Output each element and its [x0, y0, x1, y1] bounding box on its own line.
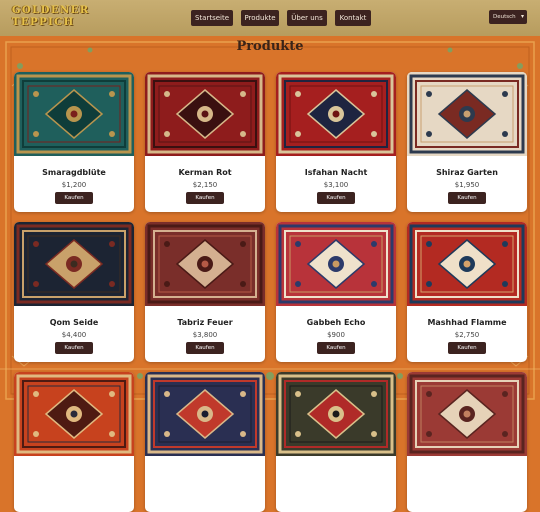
product-card[interactable]: Gabbeh Echo $900 Kaufen: [276, 222, 396, 362]
product-card[interactable]: Qom Seide $4,400 Kaufen: [14, 222, 134, 362]
product-price: $2,150: [192, 181, 218, 189]
buy-button[interactable]: Kaufen: [55, 192, 93, 204]
buy-button[interactable]: Kaufen: [317, 192, 355, 204]
product-price: $4,400: [61, 331, 87, 339]
product-card[interactable]: Tabriz Feuer $3,800 Kaufen: [145, 222, 265, 362]
buy-button[interactable]: Kaufen: [317, 342, 355, 354]
product-name: Tabriz Feuer: [177, 318, 233, 327]
product-image[interactable]: [276, 72, 396, 156]
page-title: Produkte: [236, 39, 304, 54]
buy-button[interactable]: Kaufen: [55, 342, 93, 354]
buy-button[interactable]: Kaufen: [186, 192, 224, 204]
product-card[interactable]: [145, 372, 265, 512]
buy-button[interactable]: Kaufen: [186, 342, 224, 354]
buy-button[interactable]: Kaufen: [448, 192, 486, 204]
product-image[interactable]: [407, 72, 527, 156]
product-name: Shiraz Garten: [436, 168, 498, 177]
product-name: Gabbeh Echo: [306, 318, 366, 327]
product-price: $3,100: [323, 181, 349, 189]
product-image[interactable]: [276, 372, 396, 456]
product-card[interactable]: [276, 372, 396, 512]
product-price: $3,800: [192, 331, 218, 339]
site-logo[interactable]: GOLDENER TEPPICH: [12, 5, 90, 31]
product-price: $1,200: [61, 181, 87, 189]
nav-startseite[interactable]: Startseite: [191, 10, 233, 26]
product-card[interactable]: [14, 372, 134, 512]
logo-line-2: TEPPICH: [12, 17, 75, 28]
product-price: $900: [327, 331, 345, 339]
product-image[interactable]: [407, 372, 527, 456]
product-name: Mashhad Flamme: [427, 318, 507, 327]
product-image[interactable]: [145, 222, 265, 306]
product-image[interactable]: [407, 222, 527, 306]
language-selected: Deutsch: [493, 14, 516, 20]
site-header: GOLDENER TEPPICH Startseite Produkte Übe…: [0, 0, 540, 36]
product-image[interactable]: [14, 72, 134, 156]
product-card[interactable]: Mashhad Flamme $2,750 Kaufen: [407, 222, 527, 362]
product-card[interactable]: Kerman Rot $2,150 Kaufen: [145, 72, 265, 212]
product-name: Qom Seide: [49, 318, 99, 327]
product-card[interactable]: Shiraz Garten $1,950 Kaufen: [407, 72, 527, 212]
nav-ueber-uns[interactable]: Über uns: [287, 10, 327, 26]
product-image[interactable]: [14, 372, 134, 456]
nav-kontakt[interactable]: Kontakt: [335, 10, 371, 26]
product-card[interactable]: Smaragdblüte $1,200 Kaufen: [14, 72, 134, 212]
product-price: $1,950: [454, 181, 480, 189]
logo-line-1: GOLDENER: [12, 5, 90, 16]
chevron-down-icon: ▾: [520, 13, 524, 20]
product-image[interactable]: [14, 222, 134, 306]
product-name: Kerman Rot: [178, 168, 232, 177]
product-card[interactable]: Isfahan Nacht $3,100 Kaufen: [276, 72, 396, 212]
product-name: Isfahan Nacht: [304, 168, 368, 177]
product-image[interactable]: [145, 72, 265, 156]
language-select[interactable]: Deutsch ▾: [489, 10, 527, 24]
product-price: $2,750: [454, 331, 480, 339]
nav-produkte[interactable]: Produkte: [241, 10, 279, 26]
product-name: Smaragdblüte: [42, 168, 106, 177]
buy-button[interactable]: Kaufen: [448, 342, 486, 354]
product-image[interactable]: [276, 222, 396, 306]
product-image[interactable]: [145, 372, 265, 456]
product-card[interactable]: [407, 372, 527, 512]
